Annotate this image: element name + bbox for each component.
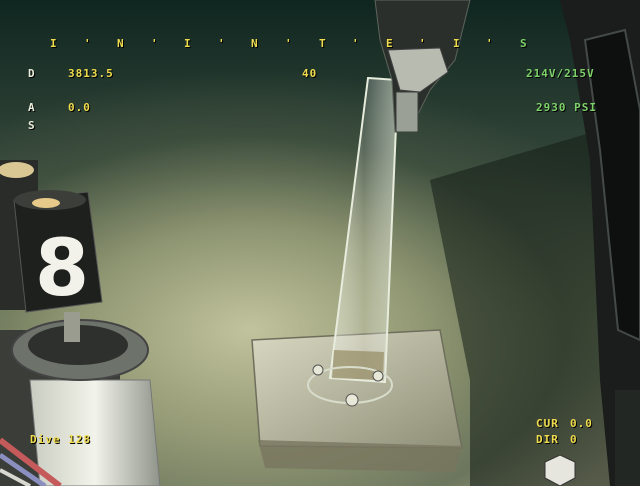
heading-tick: ' <box>352 37 360 50</box>
underwater-camera-frame: 8 I ' N ' I ' N ' T ' E ' I ' S D 3813.5 40 214V/215V … <box>0 0 640 486</box>
bolt <box>372 370 384 382</box>
s-label: S <box>28 119 36 132</box>
heading-tick: I <box>50 37 58 50</box>
threaded-stud <box>64 312 80 342</box>
bolt <box>345 393 359 407</box>
heading-tick: ' <box>285 37 293 50</box>
claw-jaw <box>395 91 419 133</box>
current-readout: 0.0 <box>570 417 593 430</box>
marker-post-cap <box>32 198 60 208</box>
direction-label: DIR <box>536 433 559 446</box>
direction-readout: 0 <box>570 433 578 446</box>
rov-frame-bar <box>615 390 640 486</box>
push-core-tube <box>328 76 400 384</box>
marker-number: 8 <box>35 224 89 314</box>
heading-tick: I <box>184 37 192 50</box>
depth-label: D <box>28 67 36 80</box>
pressure-readout: 2930 PSI <box>536 101 597 114</box>
dive-number: Dive 128 <box>30 433 91 446</box>
heading-tick: ' <box>151 37 159 50</box>
voltage-readout: 214V/215V <box>526 67 595 80</box>
heading-tick: E <box>386 37 394 50</box>
altitude-label: A <box>28 101 36 114</box>
altitude-readout: 0.0 <box>68 101 91 114</box>
heading-tick: N <box>117 37 125 50</box>
heading-scale: I ' N ' I ' N ' T ' E ' I ' S <box>50 38 540 50</box>
heading-tick: ' <box>84 37 92 50</box>
heading-tick: ' <box>218 37 226 50</box>
heading-tick: ' <box>419 37 427 50</box>
heading-tick: I <box>453 37 461 50</box>
heading-tick: N <box>251 37 259 50</box>
heading-tick: T <box>319 37 327 50</box>
center-readout: 40 <box>302 67 318 80</box>
current-label: CUR <box>536 417 559 430</box>
depth-readout: 3813.5 <box>68 67 114 80</box>
bolt <box>312 364 324 376</box>
heading-tick: ' <box>486 37 494 50</box>
heading-tick: S <box>520 37 528 50</box>
